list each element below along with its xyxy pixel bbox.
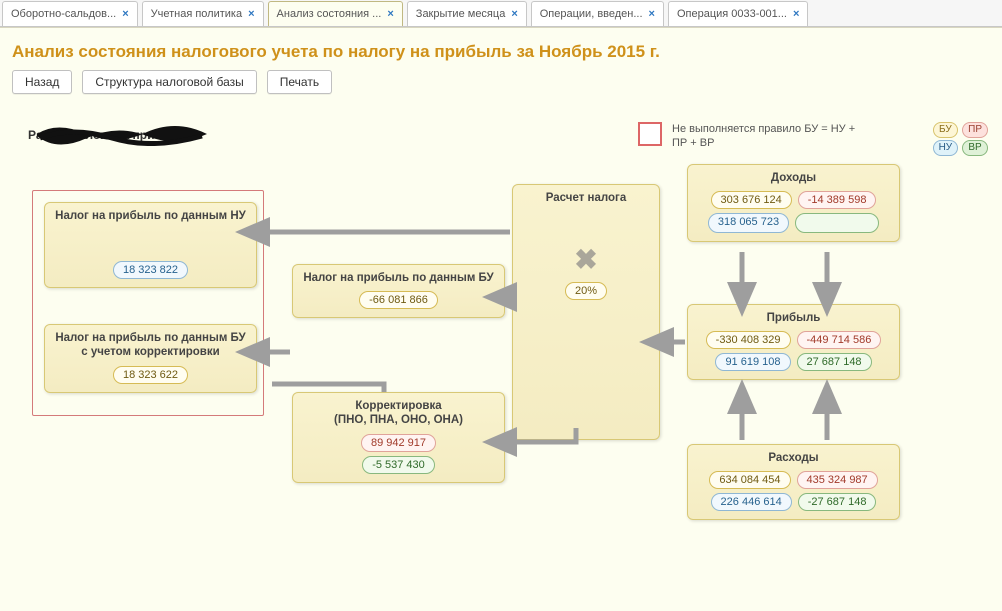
block-income[interactable]: Доходы 303 676 124 -14 389 598 318 065 7… <box>687 164 900 242</box>
close-icon[interactable]: × <box>793 8 799 20</box>
tab-operatsiya-0033[interactable]: Операция 0033-001...× <box>668 1 808 26</box>
value-bu: -66 081 866 <box>359 291 438 309</box>
block-profit[interactable]: Прибыль -330 408 329 -449 714 586 91 619… <box>687 304 900 380</box>
close-icon[interactable]: × <box>649 8 655 20</box>
block-title: Налог на прибыль по данным БУ <box>301 271 496 285</box>
value-vr: 27 687 148 <box>797 353 872 371</box>
close-icon[interactable]: × <box>511 8 517 20</box>
value-bu: 634 084 454 <box>709 471 790 489</box>
tab-oborotno[interactable]: Оборотно-сальдов...× <box>2 1 138 26</box>
redaction-scribble <box>32 124 212 146</box>
value-nu: 91 619 108 <box>715 353 790 371</box>
block-title: Налог на прибыль по данным БУ с учетом к… <box>53 331 248 360</box>
value-bu: 18 323 622 <box>113 366 188 384</box>
print-button[interactable]: Печать <box>267 70 332 94</box>
value-pr: -14 389 598 <box>798 191 877 209</box>
rule-legend: Не выполняется правило БУ = НУ + ПР + ВР <box>638 122 862 151</box>
block-calc[interactable]: Расчет налога ✖ 20% <box>512 184 660 440</box>
block-tax-bu[interactable]: Налог на прибыль по данным БУ -66 081 86… <box>292 264 505 318</box>
tab-uchet-politika[interactable]: Учетная политика× <box>142 1 264 26</box>
value-bu: 303 676 124 <box>711 191 792 209</box>
block-title: Корректировка (ПНО, ПНА, ОНО, ОНА) <box>301 399 496 428</box>
value-pr: 89 942 917 <box>361 434 436 452</box>
legend-pr: ПР <box>962 122 988 138</box>
value-bu: -330 408 329 <box>706 331 791 349</box>
close-icon[interactable]: × <box>248 8 254 20</box>
close-icon[interactable]: × <box>387 8 393 20</box>
back-button[interactable]: Назад <box>12 70 72 94</box>
tab-zakrytie[interactable]: Закрытие месяца× <box>407 1 527 26</box>
value-vr <box>795 213 879 233</box>
block-tax-nu[interactable]: Налог на прибыль по данным НУ 18 323 822 <box>44 202 257 288</box>
tab-analiz-active[interactable]: Анализ состояния ...× <box>268 1 403 26</box>
structure-button[interactable]: Структура налоговой базы <box>82 70 256 94</box>
tab-operatsii[interactable]: Операции, введен...× <box>531 1 664 26</box>
value-nu: 226 446 614 <box>711 493 792 511</box>
value-nu: 318 065 723 <box>708 213 789 233</box>
block-tax-bu-corr[interactable]: Налог на прибыль по данным БУ с учетом к… <box>44 324 257 393</box>
value-nu: 18 323 822 <box>113 261 188 279</box>
block-title: Доходы <box>696 171 891 185</box>
value-vr: -5 537 430 <box>362 456 435 474</box>
multiply-icon: ✖ <box>521 243 651 276</box>
value-vr: -27 687 148 <box>798 493 877 511</box>
close-icon[interactable]: × <box>122 8 128 20</box>
block-expense[interactable]: Расходы 634 084 454 435 324 987 226 446 … <box>687 444 900 520</box>
block-title: Расходы <box>696 451 891 465</box>
tab-bar: Оборотно-сальдов...× Учетная политика× А… <box>0 0 1002 27</box>
block-title: Налог на прибыль по данным НУ <box>53 209 248 223</box>
legend-bu: БУ <box>933 122 959 138</box>
tax-rate: 20% <box>565 282 607 300</box>
block-title: Расчет налога <box>521 191 651 205</box>
diagram-canvas: Налог на прибыль по данным НУ 18 323 822… <box>12 152 990 582</box>
page-title: Анализ состояния налогового учета по нал… <box>0 28 1002 70</box>
block-title: Прибыль <box>696 311 891 325</box>
rule-violated-icon <box>638 122 662 146</box>
toolbar: Назад Структура налоговой базы Печать <box>0 70 1002 102</box>
block-correction[interactable]: Корректировка (ПНО, ПНА, ОНО, ОНА) 89 94… <box>292 392 505 483</box>
value-pr: 435 324 987 <box>797 471 878 489</box>
value-pr: -449 714 586 <box>797 331 882 349</box>
legend-pills: БУ ПР НУ ВР <box>933 122 988 156</box>
rule-legend-text: Не выполняется правило БУ = НУ + ПР + ВР <box>672 122 862 151</box>
